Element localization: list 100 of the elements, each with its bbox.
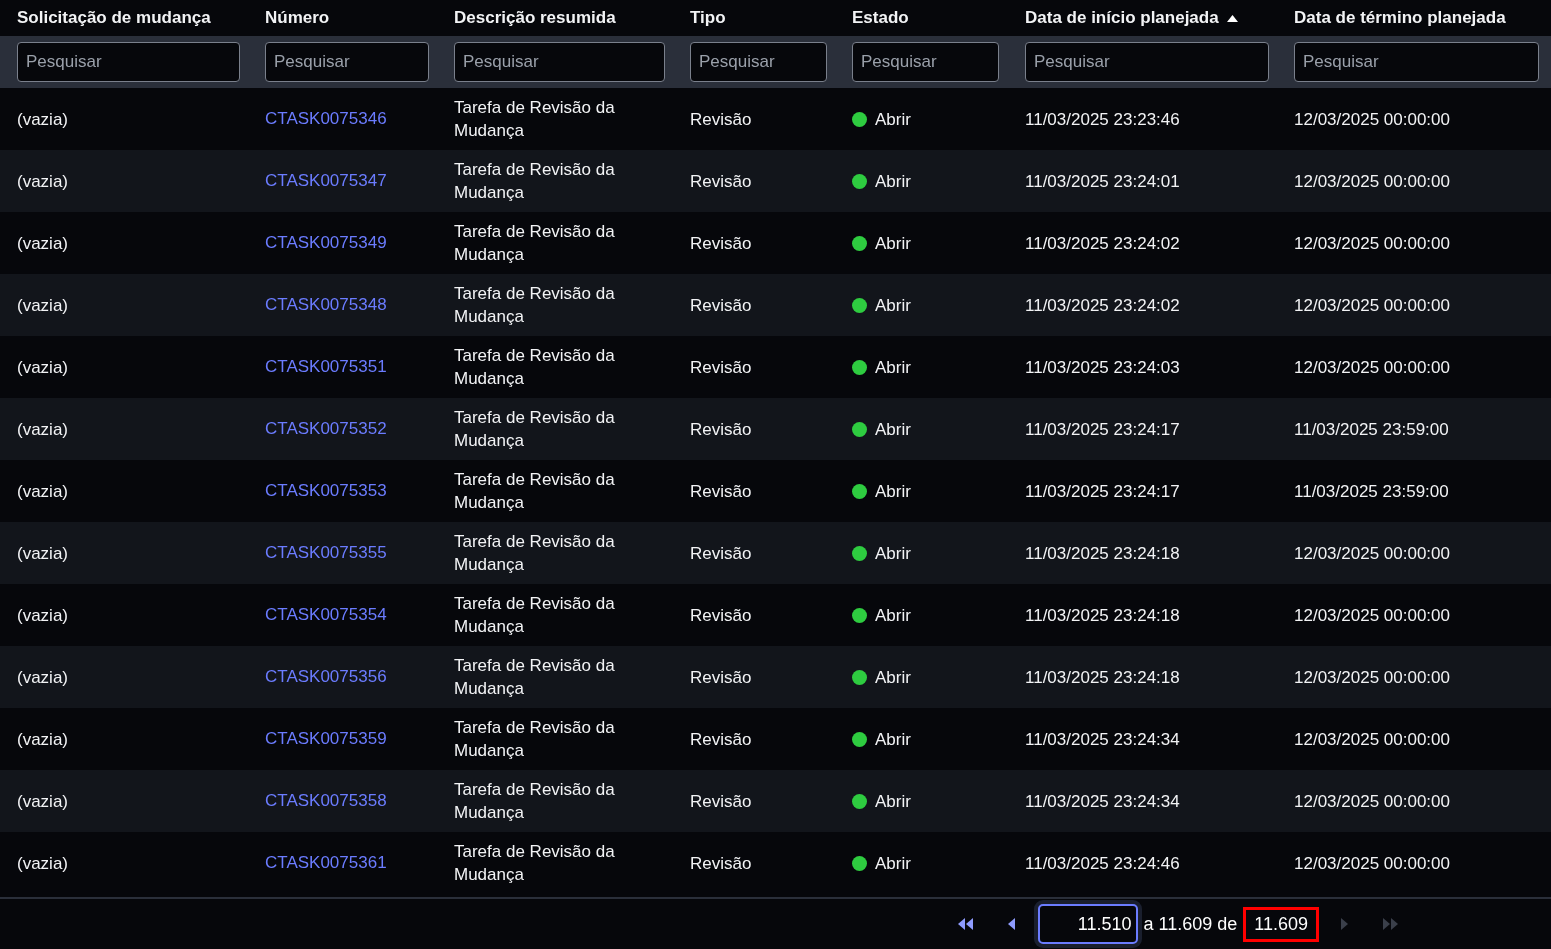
table-cell-text: 12/03/2025 00:00:00 [1294, 852, 1451, 875]
table-cell-text: 11/03/2025 23:59:00 [1294, 480, 1450, 503]
table-cell-text: Abrir [875, 480, 911, 503]
table-cell-text: Abrir [875, 108, 911, 131]
table-cell-text: Tarefa de Revisão da Mudança [454, 717, 616, 762]
column-header[interactable]: Número [265, 8, 330, 28]
table-cell-text: Abrir [875, 852, 911, 875]
search-field[interactable]: Pesquisar [1294, 42, 1539, 82]
task-number-link[interactable]: CTASK0075355 [265, 543, 387, 563]
table-cell-text: Abrir [875, 170, 911, 193]
table-cell-text: Tarefa de Revisão da Mudança [454, 221, 616, 266]
table-cell-text: 12/03/2025 00:00:00 [1294, 604, 1451, 627]
range-text: a 11.609 de [1143, 913, 1238, 935]
table-cell-text: Revisão [690, 666, 753, 689]
task-number-link[interactable]: CTASK0075349 [265, 233, 387, 253]
table-cell-text: 11/03/2025 23:24:01 [1025, 170, 1181, 193]
table-cell-text: Abrir [875, 542, 911, 565]
table-cell-text: Tarefa de Revisão da Mudança [454, 655, 616, 700]
task-number-link[interactable]: CTASK0075346 [265, 109, 387, 129]
table-cell-text: (vazia) [17, 790, 69, 813]
table-cell-text: Revisão [690, 170, 753, 193]
column-header[interactable]: Solicitação de mudança [17, 8, 211, 28]
table-cell-text: Tarefa de Revisão da Mudança [454, 97, 616, 142]
table-cell-text: 11/03/2025 23:59:00 [1294, 418, 1450, 441]
table-cell-text: (vazia) [17, 852, 69, 875]
table-cell-text: (vazia) [17, 418, 69, 441]
right-arrow-icon [1341, 918, 1349, 930]
table-cell-text: 11/03/2025 23:24:18 [1025, 542, 1181, 565]
table-cell-text: Abrir [875, 294, 911, 317]
task-number-link[interactable]: CTASK0075358 [265, 791, 387, 811]
table-cell-text: Abrir [875, 604, 911, 627]
table-cell-text: 11/03/2025 23:24:02 [1025, 294, 1181, 317]
table-cell-text: Revisão [690, 108, 753, 131]
table-cell-text: 11/03/2025 23:24:17 [1025, 480, 1181, 503]
table-cell-text: (vazia) [17, 666, 69, 689]
table-cell-text: Abrir [875, 666, 911, 689]
search-field[interactable]: Pesquisar [690, 42, 827, 82]
double-left-arrow-icon [957, 918, 974, 930]
table-cell-text: 12/03/2025 00:00:00 [1294, 728, 1451, 751]
table-cell-text: Revisão [690, 604, 753, 627]
table-cell-text: 12/03/2025 00:00:00 [1294, 170, 1451, 193]
table-cell-text: 12/03/2025 00:00:00 [1294, 294, 1451, 317]
task-number-link[interactable]: CTASK0075356 [265, 667, 387, 687]
column-header[interactable]: Data de início planejada [1025, 8, 1219, 28]
search-field[interactable]: Pesquisar [852, 42, 999, 82]
table-cell-text: Tarefa de Revisão da Mudança [454, 469, 616, 514]
task-number-link[interactable]: CTASK0075351 [265, 357, 387, 377]
table-cell-text: 11/03/2025 23:24:02 [1025, 232, 1181, 255]
table-cell-text: Abrir [875, 728, 911, 751]
table-cell-text: (vazia) [17, 728, 69, 751]
table-cell-text: 12/03/2025 00:00:00 [1294, 356, 1451, 379]
total-count: 11.609 [1243, 906, 1319, 942]
table-cell-text: 11/03/2025 23:24:17 [1025, 418, 1181, 441]
table-cell-text: Revisão [690, 356, 753, 379]
page-input[interactable]: 11.510 [1037, 904, 1138, 944]
table-cell-text: 11/03/2025 23:24:34 [1025, 790, 1181, 813]
table-cell-text: Tarefa de Revisão da Mudança [454, 345, 616, 390]
column-header[interactable]: Estado [852, 8, 909, 28]
table-cell-text: Abrir [875, 790, 911, 813]
column-header[interactable]: Data de término planejada [1294, 8, 1506, 28]
table-cell-text: Revisão [690, 418, 753, 441]
column-header[interactable]: Tipo [690, 8, 726, 28]
left-arrow-icon [1007, 918, 1016, 930]
search-field[interactable]: Pesquisar [1025, 42, 1269, 82]
table-cell-text: Abrir [875, 232, 911, 255]
table-cell-text: Tarefa de Revisão da Mudança [454, 283, 616, 328]
task-number-link[interactable]: CTASK0075354 [265, 605, 387, 625]
table-cell-text: Tarefa de Revisão da Mudança [454, 407, 616, 452]
table-cell-text: Revisão [690, 790, 753, 813]
table-cell-text: (vazia) [17, 356, 69, 379]
column-header[interactable]: Descrição resumida [454, 8, 616, 28]
table-cell-text: Tarefa de Revisão da Mudança [454, 841, 616, 886]
table-cell-text: (vazia) [17, 480, 69, 503]
table-cell-text: Abrir [875, 356, 911, 379]
table-cell-text: 11/03/2025 23:24:03 [1025, 356, 1181, 379]
table-cell-text: 12/03/2025 00:00:00 [1294, 108, 1451, 131]
table-cell-text: Tarefa de Revisão da Mudança [454, 159, 616, 204]
table-cell-text: Revisão [690, 232, 753, 255]
table-cell-text: Revisão [690, 852, 753, 875]
task-number-link[interactable]: CTASK0075348 [265, 295, 387, 315]
table-cell-text: 12/03/2025 00:00:00 [1294, 232, 1451, 255]
table-cell-text: 12/03/2025 00:00:00 [1294, 790, 1451, 813]
table-cell-text: 11/03/2025 23:24:18 [1025, 666, 1181, 689]
table-cell-text: 11/03/2025 23:24:34 [1025, 728, 1181, 751]
table-cell-text: (vazia) [17, 232, 69, 255]
table-cell-text: Revisão [690, 728, 753, 751]
table-cell-text: Tarefa de Revisão da Mudança [454, 593, 616, 638]
table-cell-text: Tarefa de Revisão da Mudança [454, 531, 616, 576]
search-field[interactable]: Pesquisar [454, 42, 665, 82]
task-number-link[interactable]: CTASK0075352 [265, 419, 387, 439]
task-number-link[interactable]: CTASK0075361 [265, 853, 387, 873]
task-number-link[interactable]: CTASK0075347 [265, 171, 387, 191]
task-number-link[interactable]: CTASK0075359 [265, 729, 387, 749]
task-number-link[interactable]: CTASK0075353 [265, 481, 387, 501]
table-cell-text: Abrir [875, 418, 911, 441]
table-cell-text: (vazia) [17, 170, 69, 193]
search-field[interactable]: Pesquisar [265, 42, 429, 82]
search-field[interactable]: Pesquisar [17, 42, 240, 82]
table-cell-text: 11/03/2025 23:24:46 [1025, 852, 1181, 875]
table-cell-text: (vazia) [17, 294, 69, 317]
